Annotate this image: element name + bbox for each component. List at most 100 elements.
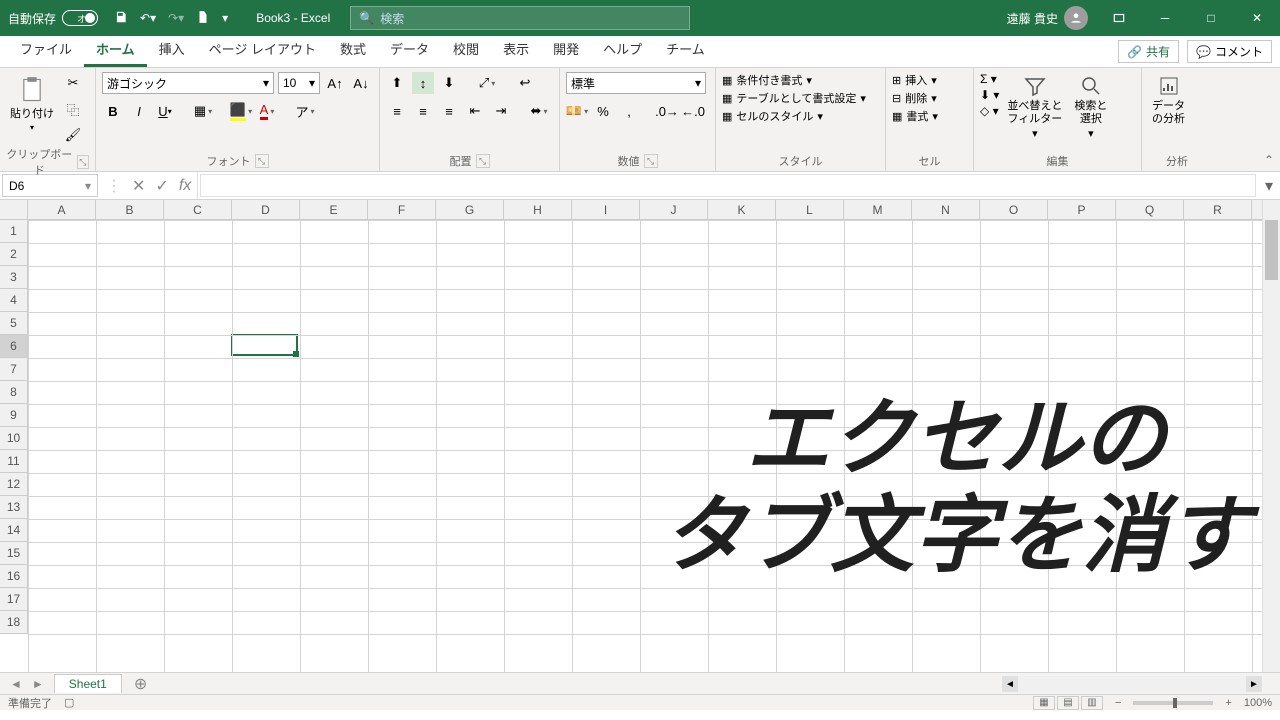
- collapse-ribbon-icon[interactable]: ⌃: [1264, 153, 1274, 167]
- align-center-icon[interactable]: ≡: [412, 100, 434, 122]
- col-header[interactable]: K: [708, 200, 776, 219]
- number-format-select[interactable]: 標準▾: [566, 72, 706, 94]
- row-header[interactable]: 10: [0, 427, 27, 450]
- col-header[interactable]: R: [1184, 200, 1252, 219]
- row-header[interactable]: 2: [0, 243, 27, 266]
- cell-styles-button[interactable]: ▦セルのスタイル ▾: [722, 108, 823, 124]
- font-name-select[interactable]: 游ゴシック▾: [102, 72, 274, 94]
- formula-input[interactable]: [200, 174, 1256, 197]
- row-header[interactable]: 6: [0, 335, 27, 358]
- font-size-select[interactable]: 10▾: [278, 72, 320, 94]
- decrease-font-icon[interactable]: A↓: [350, 72, 372, 94]
- ribbon-tab[interactable]: ヘルプ: [591, 33, 654, 67]
- accounting-format-icon[interactable]: 💴: [566, 100, 588, 122]
- row-header[interactable]: 8: [0, 381, 27, 404]
- fill-color-button[interactable]: ⬛: [230, 100, 252, 122]
- decrease-decimal-icon[interactable]: ←.0: [682, 100, 704, 122]
- ribbon-tab[interactable]: ページ レイアウト: [197, 33, 328, 67]
- col-header[interactable]: B: [96, 200, 164, 219]
- ribbon-tab[interactable]: ホーム: [84, 33, 147, 67]
- format-as-table-button[interactable]: ▦テーブルとして書式設定 ▾: [722, 90, 866, 106]
- align-right-icon[interactable]: ≡: [438, 100, 460, 122]
- font-launcher[interactable]: ⤡: [255, 154, 269, 168]
- col-header[interactable]: M: [844, 200, 912, 219]
- ribbon-tab[interactable]: ファイル: [8, 33, 84, 67]
- expand-formula-icon[interactable]: ▾: [1258, 172, 1280, 199]
- vertical-scrollbar[interactable]: [1262, 200, 1280, 672]
- zoom-in-icon[interactable]: +: [1225, 697, 1231, 709]
- underline-button[interactable]: U▾: [154, 100, 176, 122]
- horizontal-scrollbar[interactable]: ◄►: [1002, 676, 1262, 692]
- col-header[interactable]: F: [368, 200, 436, 219]
- touch-mode-icon[interactable]: [196, 10, 210, 27]
- active-cell[interactable]: [231, 334, 298, 356]
- user-account[interactable]: 遠藤 貴史: [999, 6, 1096, 30]
- search-box[interactable]: 🔍 検索: [350, 6, 690, 30]
- increase-indent-icon[interactable]: ⇥: [490, 100, 512, 122]
- ribbon-tab[interactable]: 表示: [491, 33, 541, 67]
- col-header[interactable]: H: [504, 200, 572, 219]
- col-header[interactable]: O: [980, 200, 1048, 219]
- ribbon-tab[interactable]: チーム: [654, 33, 717, 67]
- select-all-triangle[interactable]: [0, 200, 28, 220]
- col-header[interactable]: D: [232, 200, 300, 219]
- fill-icon[interactable]: ⬇ ▾: [980, 88, 999, 102]
- sheet-prev-icon[interactable]: ◄: [10, 677, 22, 691]
- zoom-level[interactable]: 100%: [1244, 697, 1272, 709]
- merge-button[interactable]: ⬌: [528, 100, 550, 122]
- ribbon-tab[interactable]: 数式: [328, 33, 378, 67]
- cut-icon[interactable]: ✂: [62, 72, 84, 94]
- delete-cells-button[interactable]: ⊟削除 ▾: [892, 90, 937, 106]
- italic-button[interactable]: I: [128, 100, 150, 122]
- border-button[interactable]: ▦: [192, 100, 214, 122]
- maximize-button[interactable]: □: [1188, 0, 1234, 36]
- col-header[interactable]: A: [28, 200, 96, 219]
- increase-font-icon[interactable]: A↑: [324, 72, 346, 94]
- col-header[interactable]: P: [1048, 200, 1116, 219]
- orientation-icon[interactable]: ⤢: [476, 72, 498, 94]
- autosum-icon[interactable]: Σ ▾: [980, 72, 999, 86]
- percent-icon[interactable]: %: [592, 100, 614, 122]
- ribbon-tab[interactable]: 開発: [541, 33, 591, 67]
- fx-icon[interactable]: fx: [179, 177, 191, 195]
- row-header[interactable]: 3: [0, 266, 27, 289]
- ribbon-tab[interactable]: データ: [378, 33, 441, 67]
- add-sheet-button[interactable]: ⊕: [122, 674, 159, 694]
- ribbon-tab[interactable]: 挿入: [147, 33, 197, 67]
- zoom-out-icon[interactable]: −: [1115, 697, 1121, 709]
- clear-icon[interactable]: ◇ ▾: [980, 104, 999, 118]
- autosave-switch[interactable]: オフ: [62, 10, 98, 26]
- col-header[interactable]: G: [436, 200, 504, 219]
- col-header[interactable]: C: [164, 200, 232, 219]
- format-painter-icon[interactable]: 🖌: [62, 124, 84, 146]
- col-header[interactable]: L: [776, 200, 844, 219]
- comma-icon[interactable]: ,: [618, 100, 640, 122]
- row-header[interactable]: 15: [0, 542, 27, 565]
- ribbon-tab[interactable]: 校閲: [441, 33, 491, 67]
- find-select-button[interactable]: 検索と 選択▾: [1070, 72, 1111, 144]
- align-middle-icon[interactable]: ↕: [412, 72, 434, 94]
- col-header[interactable]: I: [572, 200, 640, 219]
- row-header[interactable]: 13: [0, 496, 27, 519]
- insert-cells-button[interactable]: ⊞挿入 ▾: [892, 72, 937, 88]
- page-break-view-icon[interactable]: ▥: [1081, 696, 1103, 710]
- col-header[interactable]: Q: [1116, 200, 1184, 219]
- row-header[interactable]: 4: [0, 289, 27, 312]
- col-header[interactable]: N: [912, 200, 980, 219]
- analyze-data-button[interactable]: データ の分析: [1148, 72, 1189, 128]
- page-layout-view-icon[interactable]: ▤: [1057, 696, 1079, 710]
- row-header[interactable]: 16: [0, 565, 27, 588]
- row-header[interactable]: 12: [0, 473, 27, 496]
- row-header[interactable]: 9: [0, 404, 27, 427]
- qat-more-icon[interactable]: ▾: [222, 11, 228, 25]
- align-left-icon[interactable]: ≡: [386, 100, 408, 122]
- sheet-tab-active[interactable]: Sheet1: [54, 674, 122, 693]
- increase-decimal-icon[interactable]: .0→: [656, 100, 678, 122]
- share-button[interactable]: 🔗共有: [1118, 40, 1179, 63]
- row-header[interactable]: 14: [0, 519, 27, 542]
- macro-record-icon[interactable]: ▢: [64, 696, 74, 709]
- zoom-slider[interactable]: [1133, 701, 1213, 705]
- phonetic-button[interactable]: ア: [294, 100, 316, 122]
- save-icon[interactable]: [114, 10, 128, 27]
- bold-button[interactable]: B: [102, 100, 124, 122]
